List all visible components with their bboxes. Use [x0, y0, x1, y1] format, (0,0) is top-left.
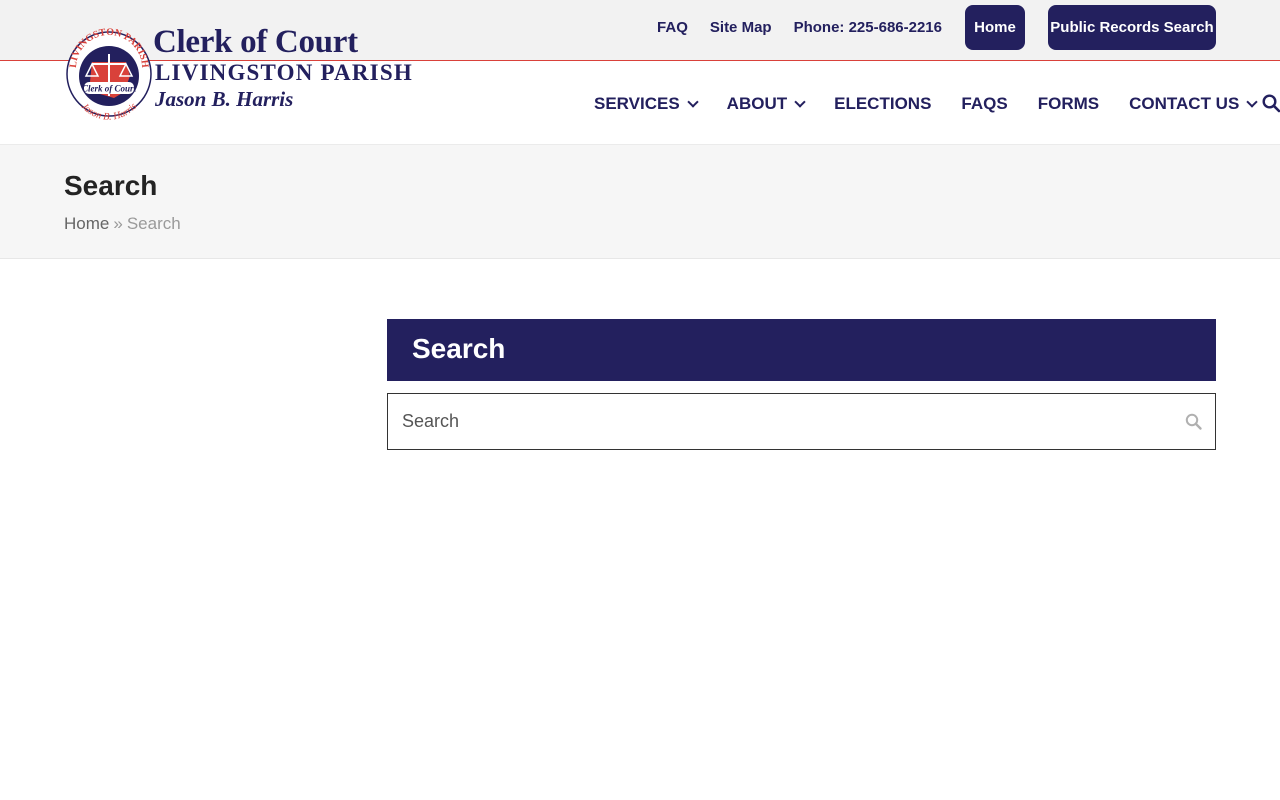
nav-item-label: FORMS — [1037, 94, 1100, 113]
page-title-bar: Search Home» Search — [0, 145, 1280, 259]
seal-center-text: Clerk of Court — [82, 84, 137, 94]
breadcrumb-home-link[interactable]: Home — [64, 214, 109, 233]
chevron-down-icon — [794, 95, 806, 108]
top-link-faq[interactable]: FAQ — [657, 19, 688, 36]
nav-item-services[interactable]: SERVICES — [594, 94, 699, 114]
nav-item-faqs[interactable]: FAQS — [961, 94, 1007, 114]
search-icon[interactable] — [1262, 94, 1280, 114]
home-button[interactable]: Home — [965, 5, 1025, 50]
public-records-search-button[interactable]: Public Records Search — [1048, 5, 1216, 50]
nav-item-about[interactable]: ABOUT — [726, 94, 806, 114]
search-widget-title: Search — [412, 333, 506, 364]
logo-subtitle: LIVINGSTON PARISH — [155, 60, 413, 85]
chevron-down-icon — [1246, 95, 1258, 108]
nav-item-label: FAQS — [961, 94, 1008, 113]
clerk-seal-icon: Clerk of Court LIVINGSTON PARISH Jason B… — [66, 27, 152, 123]
nav-item-label: ABOUT — [726, 94, 788, 113]
breadcrumb-separator: » — [113, 214, 123, 233]
nav-item-forms[interactable]: FORMS — [1038, 94, 1099, 114]
nav-item-label: CONTACT US — [1129, 94, 1240, 113]
search-icon[interactable] — [1185, 413, 1203, 431]
site-logo[interactable]: Clerk of Court LIVINGSTON PARISH Jason B… — [64, 18, 414, 128]
top-links: FAQ Site Map Phone: 225-686-2216 Home Pu… — [657, 5, 1216, 50]
nav-item-contact-us[interactable]: CONTACT US — [1129, 94, 1258, 114]
logo-wordmark: Clerk of Court LIVINGSTON PARISH Jason B… — [153, 24, 413, 112]
search-widget-header: Search — [387, 319, 1216, 381]
search-input[interactable] — [388, 394, 1168, 449]
logo-title: Clerk of Court — [153, 24, 358, 60]
breadcrumb: Home» Search — [64, 214, 181, 234]
page-title: Search — [64, 170, 158, 201]
main-nav: SERVICES ABOUT ELECTIONS FAQS FORMS CONT… — [594, 92, 1280, 116]
breadcrumb-current: Search — [126, 214, 181, 233]
nav-item-label: ELECTIONS — [834, 94, 932, 113]
search-form — [387, 393, 1216, 450]
nav-item-elections[interactable]: ELECTIONS — [834, 94, 931, 114]
top-link-site-map[interactable]: Site Map — [710, 19, 772, 36]
nav-item-label: SERVICES — [594, 94, 680, 113]
logo-clerk-name: Jason B. Harris — [155, 87, 294, 111]
top-link-phone[interactable]: Phone: 225-686-2216 — [794, 19, 942, 36]
chevron-down-icon — [687, 95, 699, 108]
